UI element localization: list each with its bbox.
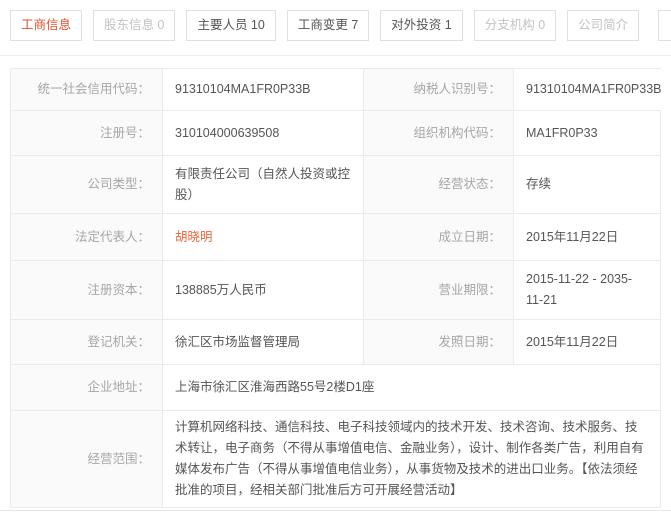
field-label: 组织机构代码： [364,111,514,155]
field-label: 经营范围： [11,411,163,507]
field-value-text: 徐汇区市场监督管理局 [175,332,300,353]
field-label-text: 经营范围： [87,449,150,470]
field-label-text: 注册资本： [87,280,150,301]
field-label: 营业期限： [364,261,514,319]
field-label: 企业地址： [11,365,163,410]
field-label-text: 成立日期： [438,227,501,248]
field-label: 登记机关： [11,320,163,364]
table-row: 登记机关： 徐汇区市场监督管理局 发照日期： 2015年11月22日 [11,320,660,365]
field-label: 法定代表人： [11,214,163,260]
field-label: 纳税人识别号： [364,69,514,110]
table-row: 经营范围： 计算机网络科技、通信科技、电子科技领域内的技术开发、技术咨询、技术服务… [11,411,660,507]
field-value-text: 91310104MA1FR0P33B [175,79,311,100]
table-row: 法定代表人： 胡晓明 成立日期： 2015年11月22日 [11,214,660,261]
field-value-text: 有限责任公司（自然人投资或控股） [175,164,351,206]
tab-company-profile[interactable]: 公司简介 [567,10,639,41]
field-value: 2015年11月22日 [514,214,660,260]
field-label: 经营状态： [364,156,514,213]
tab-branches[interactable]: 分支机构 0 [474,10,556,41]
table-row: 公司类型： 有限责任公司（自然人投资或控股） 经营状态： 存续 [11,156,660,214]
field-value: 2015-11-22 - 2035-11-21 [514,261,660,319]
field-label-text: 统一社会信用代码： [37,79,150,100]
field-value: 存续 [514,156,660,213]
field-label: 发照日期： [364,320,514,364]
field-value-text: MA1FR0P33 [526,123,598,144]
field-label-text: 经营状态： [438,174,501,195]
field-label-text: 公司类型： [87,174,150,195]
field-value: 胡晓明 [163,214,364,260]
field-label: 注册号： [11,111,163,155]
table-row: 统一社会信用代码： 91310104MA1FR0P33B 纳税人识别号： 913101… [11,69,660,111]
field-label-text: 注册号： [100,123,150,144]
field-value: 138885万人民币 [163,261,364,319]
tab-outbound-investment[interactable]: 对外投资 1 [380,10,462,41]
tab-shareholder-info[interactable]: 股东信息 0 [93,10,175,41]
field-value-text: 计算机网络科技、通信科技、电子科技领域内的技术开发、技术咨询、技术服务、技术转让… [175,417,648,501]
field-value: 计算机网络科技、通信科技、电子科技领域内的技术开发、技术咨询、技术服务、技术转让… [163,411,660,507]
field-label: 成立日期： [364,214,514,260]
tab-key-personnel[interactable]: 主要人员 10 [186,10,275,41]
field-label-text: 发照日期： [438,332,501,353]
field-value-text: 上海市徐汇区淮海西路55号2楼D1座 [175,377,374,398]
field-label-text: 组织机构代码： [413,123,501,144]
field-label-text: 登记机关： [87,332,150,353]
tab-bar-divider [0,55,671,56]
field-label-text: 纳税人识别号： [413,79,501,100]
field-value-text: 138885万人民币 [175,280,267,301]
field-value-text: 2015-11-22 - 2035-11-21 [526,269,648,311]
field-value: 有限责任公司（自然人投资或控股） [163,156,364,213]
table-row: 注册号： 310104000639508 组织机构代码： MA1FR0P33 [11,111,660,156]
field-value-text: 91310104MA1FR0P33B [526,79,662,100]
business-info-table: 统一社会信用代码： 91310104MA1FR0P33B 纳税人识别号： 913101… [10,68,661,508]
field-label-text: 企业地址： [87,377,150,398]
tab-partial-clipped[interactable] [658,10,671,41]
field-label-text: 营业期限： [438,280,501,301]
field-value-text: 2015年11月22日 [526,332,618,353]
tab-bar: 工商信息股东信息 0 主要人员 10 工商变更 7 对外投资 1 分支机构 0 公司简介 [0,0,671,41]
field-value-text: 2015年11月22日 [526,227,618,248]
legal-representative-link[interactable]: 胡晓明 [175,227,213,248]
field-value: 91310104MA1FR0P33B [163,69,364,110]
field-label: 公司类型： [11,156,163,213]
field-value-text: 存续 [526,174,551,195]
field-label: 统一社会信用代码： [11,69,163,110]
field-value: 上海市徐汇区淮海西路55号2楼D1座 [163,365,660,410]
field-label: 注册资本： [11,261,163,319]
tab-business-info[interactable]: 工商信息 [10,10,82,41]
field-value: 310104000639508 [163,111,364,155]
table-row: 企业地址： 上海市徐汇区淮海西路55号2楼D1座 [11,365,660,411]
field-value: 徐汇区市场监督管理局 [163,320,364,364]
table-row: 注册资本： 138885万人民币 营业期限： 2015-11-22 - 2035-11… [11,261,660,320]
field-value: 2015年11月22日 [514,320,660,364]
field-value-text: 310104000639508 [175,123,279,144]
bottom-divider [0,510,671,511]
tab-business-changes[interactable]: 工商变更 7 [287,10,369,41]
field-value: MA1FR0P33 [514,111,660,155]
field-label-text: 法定代表人： [75,227,150,248]
field-value: 91310104MA1FR0P33B [514,69,671,110]
